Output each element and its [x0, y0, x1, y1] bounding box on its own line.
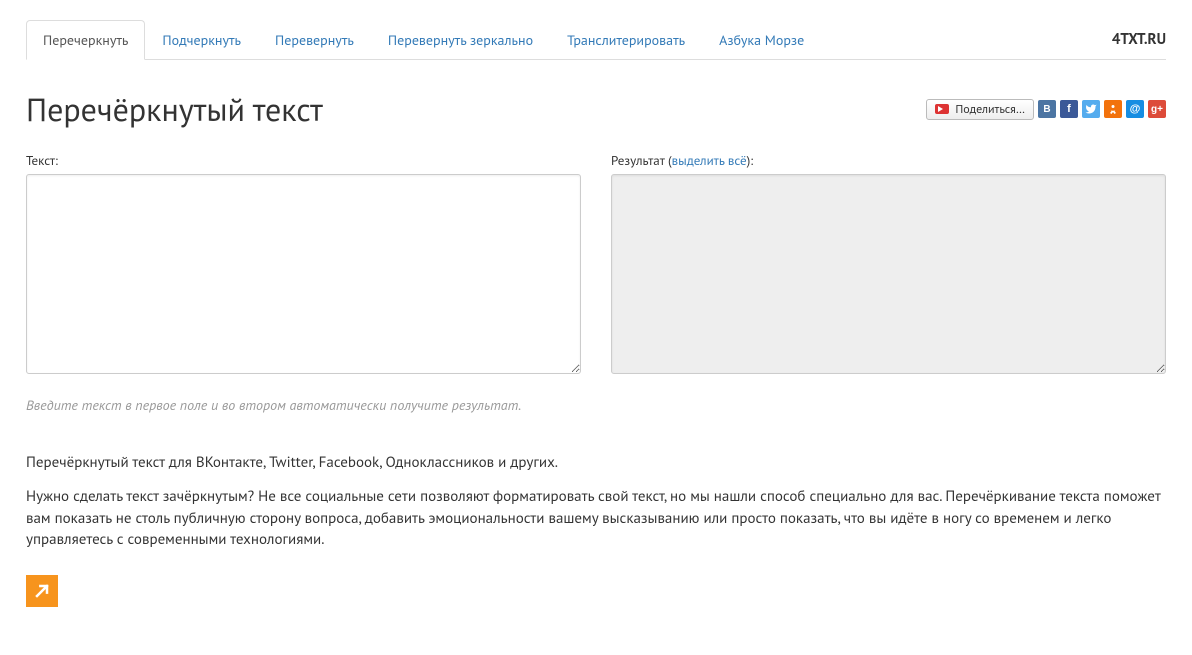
share-button-label: Поделиться… — [955, 102, 1025, 117]
description: Перечёркнутый текст для ВКонтакте, Twitt… — [26, 452, 1166, 551]
sound-icon — [935, 104, 949, 114]
description-p1: Перечёркнутый текст для ВКонтакте, Twitt… — [26, 452, 1166, 474]
share-button[interactable]: Поделиться… — [926, 99, 1034, 120]
output-label-prefix: Результат ( — [611, 152, 672, 169]
output-label: Результат (выделить всё): — [611, 152, 1166, 169]
site-brand[interactable]: 4TXT.RU — [1096, 20, 1166, 59]
input-column: Текст: — [26, 152, 581, 378]
description-p2: Нужно сделать текст зачёркнутым? Не все … — [26, 486, 1166, 551]
page-title: Перечёркнутый текст — [26, 88, 323, 130]
tab-mirror[interactable]: Перевернуть зеркально — [371, 20, 550, 60]
share-ok-icon[interactable] — [1104, 100, 1122, 118]
share-vk-icon[interactable]: B — [1038, 100, 1056, 118]
tab-flip[interactable]: Перевернуть — [258, 20, 371, 60]
top-bar: Перечеркнуть Подчеркнуть Перевернуть Пер… — [26, 20, 1166, 60]
input-label: Текст: — [26, 152, 581, 169]
tab-morse[interactable]: Азбука Морзе — [702, 20, 821, 60]
share-gplus-icon[interactable]: g+ — [1148, 100, 1166, 118]
tab-strike[interactable]: Перечеркнуть — [26, 20, 145, 60]
share-block: Поделиться… B f @ g+ — [926, 99, 1166, 120]
counter-badge[interactable] — [26, 575, 58, 607]
output-label-suffix: ): — [747, 152, 754, 169]
tab-underline[interactable]: Подчеркнуть — [145, 20, 258, 60]
share-tw-icon[interactable] — [1082, 100, 1100, 118]
select-all-link[interactable]: выделить всё — [672, 152, 747, 169]
share-mailru-icon[interactable]: @ — [1126, 100, 1144, 118]
output-textarea[interactable] — [611, 174, 1166, 374]
output-column: Результат (выделить всё): — [611, 152, 1166, 378]
share-fb-icon[interactable]: f — [1060, 100, 1078, 118]
tab-bar: Перечеркнуть Подчеркнуть Перевернуть Пер… — [26, 20, 1096, 59]
hint-text: Введите текст в первое поле и во втором … — [26, 396, 1166, 414]
tab-translit[interactable]: Транслитерировать — [550, 20, 702, 60]
input-textarea[interactable] — [26, 174, 581, 374]
arrow-up-right-icon — [32, 581, 52, 601]
